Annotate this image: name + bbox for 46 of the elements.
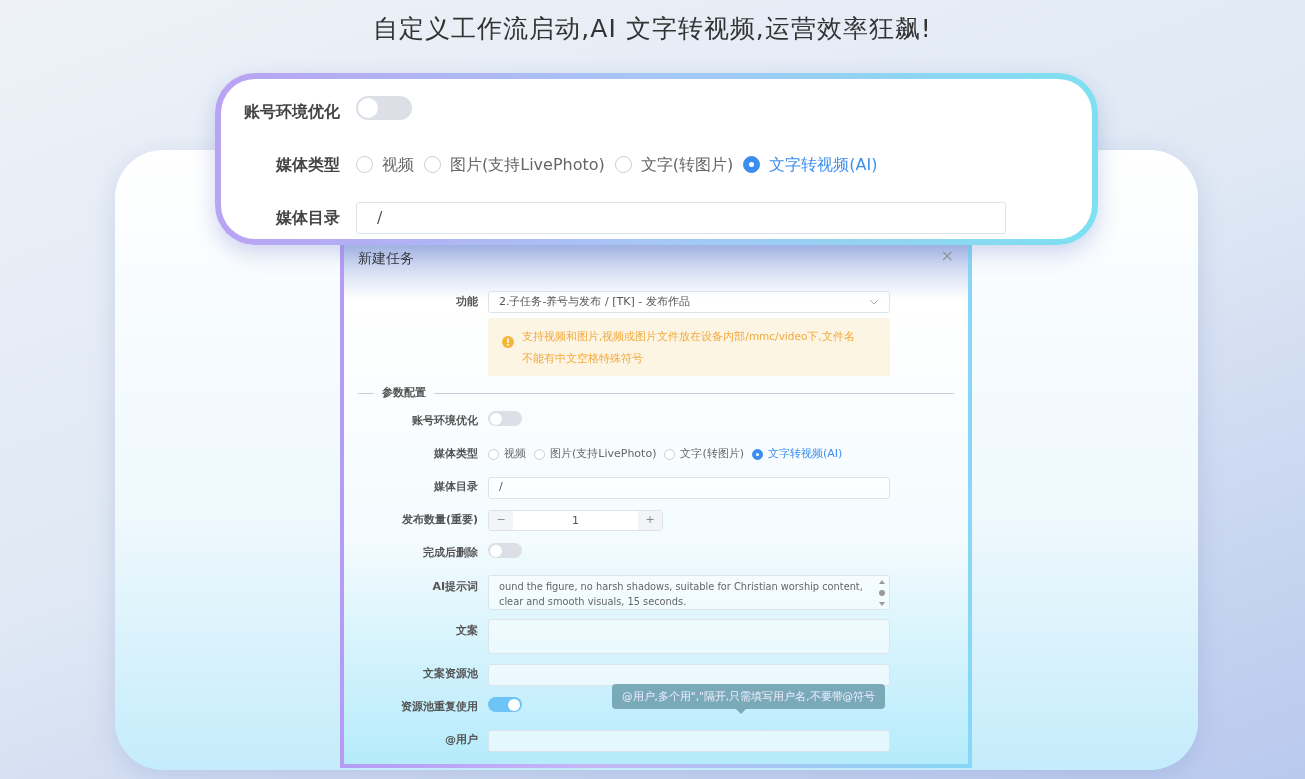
radio-option[interactable]: 图片(支持LivePhoto) — [424, 152, 605, 177]
field-label: 文案 — [455, 622, 479, 639]
radio-option[interactable]: 文字转视频(AI) — [752, 446, 843, 463]
radio-option[interactable]: 图片(支持LivePhoto) — [534, 446, 657, 463]
field-label: 完成后删除 — [422, 545, 479, 562]
text-area[interactable] — [488, 618, 890, 654]
dialog-title: 新建任务 — [358, 249, 414, 268]
field-label: 发布数量(重要) — [400, 512, 479, 529]
toggle-switch[interactable] — [356, 96, 412, 120]
field-label: 功能 — [455, 293, 479, 310]
field-label: 媒体目录 — [274, 206, 341, 229]
field-label: AI提示词 — [431, 578, 479, 595]
alert-text: 支持视频和图片,视频或图片文件放在设备内部/mmc/video下,文件名不能有中文空格特殊符号 — [522, 329, 856, 366]
headline: 自定义工作流启动,AI 文字转视频,运营效率狂飙! — [372, 13, 933, 46]
field-label: 资源池重复使用 — [400, 699, 479, 716]
select-value: 2.子任务-养号与发布 / [TK] - 发布作品 — [499, 293, 690, 310]
text-area[interactable]: ound the figure, no harsh shadows, suitable for Christian worship content, clear and smooth visuals, 15 seconds. — [488, 574, 890, 610]
toggle-switch[interactable] — [488, 411, 522, 427]
field-label: 媒体目录 — [433, 479, 479, 496]
radio-option[interactable]: 视频 — [356, 152, 414, 177]
number-stepper[interactable]: − 1 + — [488, 510, 663, 531]
section-title: 参数配置 — [382, 385, 426, 401]
chevron-down-icon — [869, 299, 879, 305]
input-field[interactable] — [488, 729, 890, 752]
number-value: 1 — [571, 513, 580, 529]
select-field[interactable]: 2.子任务-养号与发布 / [TK] - 发布作品 — [488, 291, 890, 313]
warning-icon — [502, 336, 514, 348]
radio-option[interactable]: 文字转视频(AI) — [743, 152, 878, 177]
field-label: 媒体类型 — [274, 153, 341, 176]
radio-option[interactable]: 文字(转图片) — [664, 446, 745, 463]
field-label: 文案资源池 — [422, 666, 479, 683]
toggle-switch[interactable] — [488, 543, 522, 559]
radio-option[interactable]: 视频 — [488, 446, 526, 463]
scrollbar-icon[interactable] — [878, 578, 886, 607]
radio-option[interactable]: 文字(转图片) — [614, 152, 734, 177]
input-field[interactable]: / — [488, 476, 890, 499]
field-label: 账号环境优化 — [411, 413, 479, 430]
field-label: 媒体类型 — [433, 446, 479, 463]
prompt-text: ound the figure, no harsh shadows, suitable for Christian worship content, clear and smooth visuals, 15 seconds. — [499, 580, 863, 607]
input-field[interactable] — [488, 663, 890, 686]
toggle-switch[interactable] — [488, 697, 522, 713]
field-label: 账号环境优化 — [243, 100, 341, 123]
field-label: @用户 — [444, 732, 479, 749]
plus-button[interactable]: + — [638, 511, 662, 530]
input-field[interactable]: / — [356, 201, 1006, 234]
minus-button[interactable]: − — [489, 511, 513, 530]
